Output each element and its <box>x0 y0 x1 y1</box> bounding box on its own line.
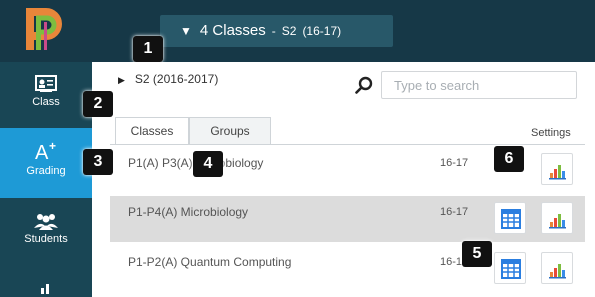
svg-text:+: + <box>49 140 56 153</box>
callout-badge-3: 3 <box>83 149 113 175</box>
top-bar: ▼ 4 Classes - S2 (16-17) <box>0 0 595 62</box>
class-settings-button[interactable] <box>541 202 573 234</box>
sidebar-item-reports[interactable] <box>0 268 92 297</box>
bar-chart-icon <box>549 214 566 229</box>
term-filter-label: S2 (2016-2017) <box>134 72 219 86</box>
callout-badge-2: 2 <box>83 91 113 117</box>
tab-classes[interactable]: Classes <box>115 117 189 145</box>
tab-groups[interactable]: Groups <box>189 117 271 145</box>
gradebook-button[interactable] <box>494 252 526 284</box>
class-icon <box>35 75 57 92</box>
bar-chart-icon <box>549 264 566 279</box>
tab-divider <box>110 144 585 145</box>
class-settings-button[interactable] <box>541 153 573 185</box>
svg-text:A: A <box>35 142 49 162</box>
chevron-right-icon: ▶ <box>118 75 125 85</box>
search-icon[interactable] <box>355 76 373 94</box>
powerschool-logo[interactable] <box>22 8 64 54</box>
class-row[interactable]: P1-P4(A) Microbiology 16-17 <box>110 196 585 242</box>
sidebar-item-students[interactable]: Students <box>0 198 92 268</box>
sidebar-item-class[interactable]: Class <box>0 62 92 128</box>
class-year: 16-17 <box>440 206 469 218</box>
bar-chart-icon <box>549 165 566 180</box>
class-count-label: 4 Classes <box>199 22 266 39</box>
sidebar-item-label: Class <box>32 96 60 108</box>
settings-column-header: Settings <box>531 127 571 139</box>
grid-icon <box>501 259 521 279</box>
sidebar-item-label: Students <box>24 233 68 245</box>
search-input[interactable] <box>381 71 577 99</box>
grid-icon <box>501 209 521 229</box>
term-filter[interactable]: ▶ S2 (2016-2017) <box>118 72 218 86</box>
callout-badge-6: 6 <box>494 146 524 172</box>
class-name: P1-P2(A) Quantum Computing <box>128 255 292 269</box>
class-selector-dropdown[interactable]: ▼ 4 Classes - S2 (16-17) <box>160 15 393 47</box>
gradebook-button[interactable] <box>494 202 526 234</box>
class-selector-separator: - <box>271 24 276 38</box>
class-selector-term: S2 <box>281 24 297 38</box>
class-settings-button[interactable] <box>541 252 573 284</box>
callout-badge-4: 4 <box>193 151 223 177</box>
class-selector-years: (16-17) <box>302 24 342 38</box>
reports-icon <box>41 284 49 294</box>
chevron-down-icon: ▼ <box>180 24 192 38</box>
students-icon <box>34 214 58 230</box>
sidebar-item-label: Grading <box>26 165 66 177</box>
class-row[interactable]: P1-P2(A) Quantum Computing 16-17 <box>110 246 585 292</box>
sidebar-item-grading[interactable]: A + Grading <box>0 128 92 198</box>
sidebar-nav: Class A + Grading Students <box>0 62 92 297</box>
grading-icon: A + <box>35 140 56 162</box>
callout-badge-1: 1 <box>133 36 163 62</box>
class-name: P1-P4(A) Microbiology <box>128 205 249 219</box>
callout-badge-5: 5 <box>462 241 492 267</box>
class-year: 16-17 <box>440 157 469 169</box>
